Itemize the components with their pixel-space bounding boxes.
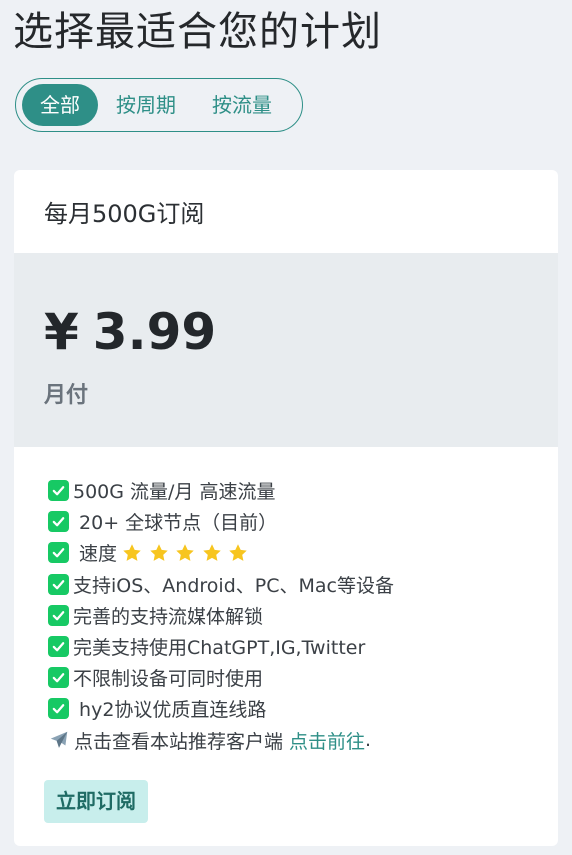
feature-text: hy2协议优质直连线路	[73, 699, 267, 722]
feature-text: 速度	[73, 543, 118, 566]
feature-item: 20+ 全球节点（目前）	[48, 506, 558, 537]
check-icon	[48, 698, 69, 720]
client-note-text: 点击查看本站推荐客户端	[74, 730, 284, 753]
check-icon	[48, 511, 69, 533]
client-note-suffix: .	[365, 729, 372, 752]
feature-text: 完善的支持流媒体解锁	[73, 605, 264, 628]
check-icon	[48, 573, 69, 595]
feature-item: 500G 流量/月 高速流量	[48, 475, 558, 506]
star-icon	[176, 544, 194, 561]
feature-text: 500G 流量/月 高速流量	[73, 481, 276, 504]
feature-list: 500G 流量/月 高速流量 20+ 全球节点（目前） 速度 支持iOS、And…	[14, 447, 558, 756]
price-amount: 3.99	[92, 303, 217, 361]
star-icon	[123, 544, 141, 561]
star-icon	[149, 544, 168, 561]
tab-all[interactable]: 全部	[22, 84, 98, 126]
plan-card: 每月500G订阅 ¥ 3.99 月付 500G 流量/月 高速流量 20+ 全球…	[14, 170, 558, 846]
check-icon	[48, 604, 69, 626]
check-icon	[48, 667, 69, 689]
client-note: 点击查看本站推荐客户端 点击前往 .	[48, 725, 558, 756]
feature-item: 支持iOS、Android、PC、Mac等设备	[48, 569, 558, 600]
feature-text: 不限制设备可同时使用	[73, 668, 264, 691]
feature-item: 完善的支持流媒体解锁	[48, 600, 558, 631]
client-download-link[interactable]: 点击前往	[289, 727, 365, 754]
speed-rating	[121, 542, 254, 564]
feature-item: 完美支持使用ChatGPT,IG,Twitter	[48, 631, 558, 662]
tab-by-period[interactable]: 按周期	[98, 84, 194, 126]
price: ¥ 3.99	[44, 303, 558, 361]
price-section: ¥ 3.99 月付	[14, 253, 558, 447]
currency-symbol: ¥	[44, 303, 79, 361]
feature-item: 不限制设备可同时使用	[48, 662, 558, 693]
subscribe-button[interactable]: 立即订阅	[44, 780, 148, 823]
feature-text: 20+ 全球节点（目前）	[73, 512, 278, 535]
feature-text: 支持iOS、Android、PC、Mac等设备	[73, 574, 394, 597]
feature-item: 速度	[48, 537, 558, 568]
check-icon	[48, 636, 69, 658]
star-icon	[229, 544, 247, 561]
tab-by-traffic[interactable]: 按流量	[194, 84, 290, 126]
star-icon	[202, 544, 221, 561]
check-icon	[48, 542, 69, 564]
feature-text: 完美支持使用ChatGPT,IG,Twitter	[73, 637, 366, 660]
billing-period: 月付	[44, 383, 89, 408]
page-title: 选择最适合您的计划	[13, 9, 382, 55]
feature-item: hy2协议优质直连线路	[48, 693, 558, 724]
airplane-icon	[50, 731, 68, 748]
plan-filter-tabs: 全部 按周期 按流量	[15, 78, 303, 132]
plan-name: 每月500G订阅	[44, 200, 205, 228]
check-icon	[48, 480, 69, 502]
